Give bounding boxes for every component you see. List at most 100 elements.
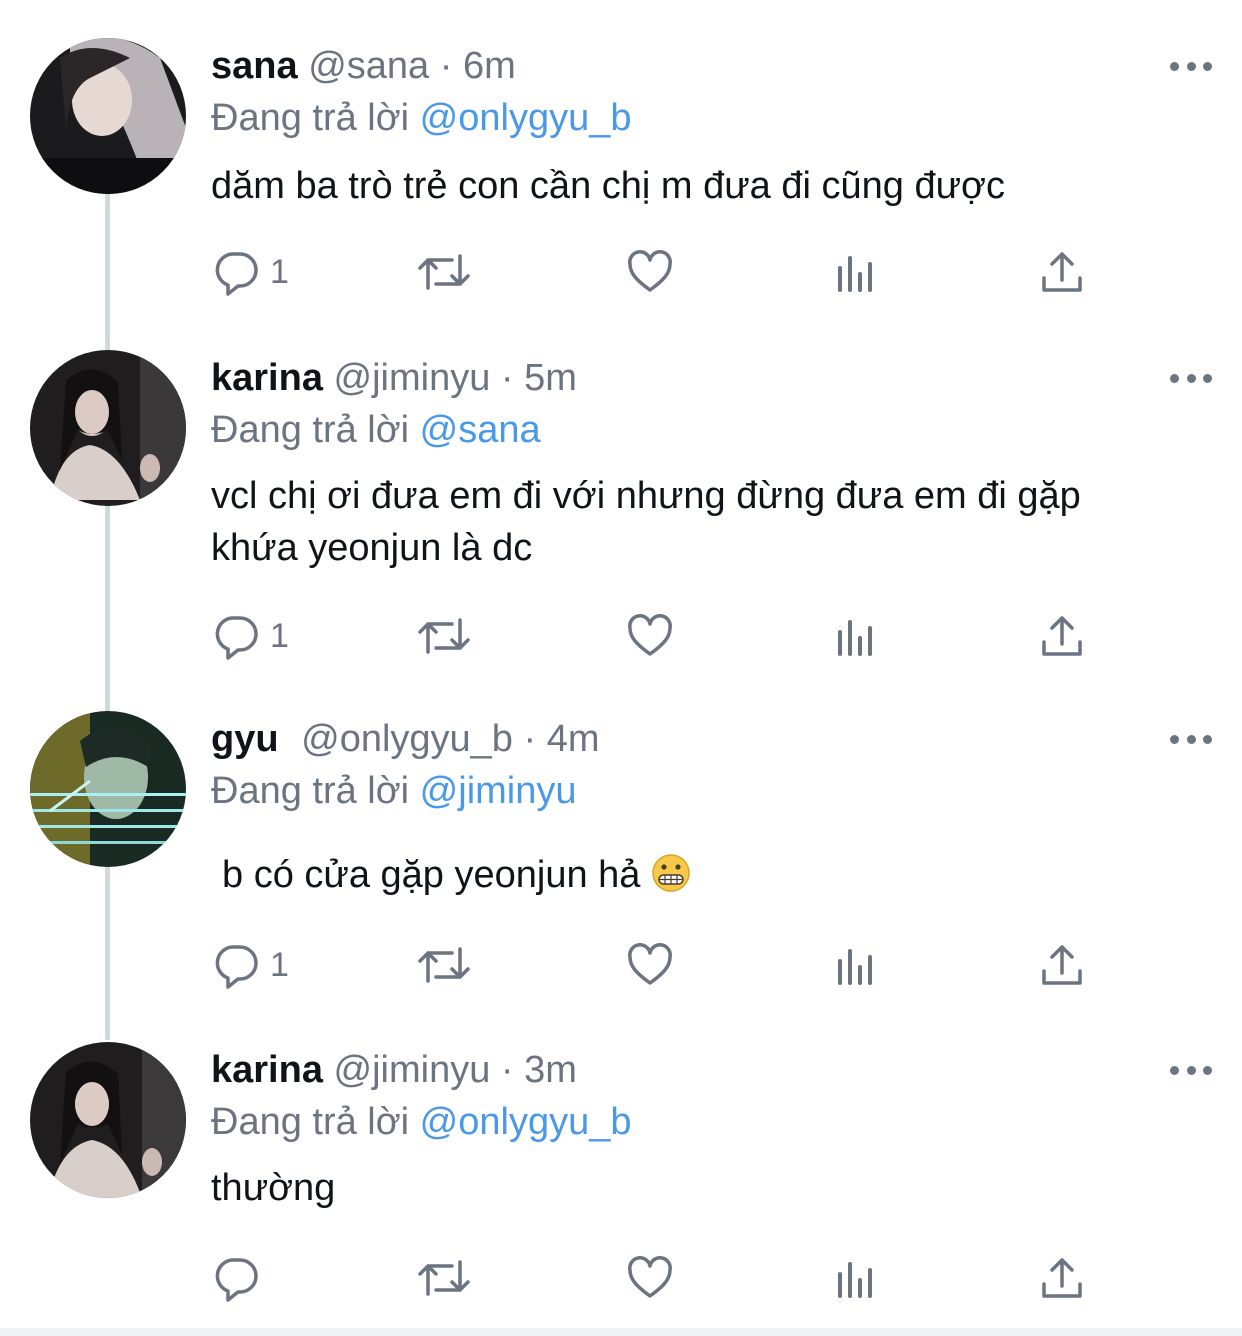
reply-count: 1 xyxy=(270,252,289,291)
username[interactable]: @sana xyxy=(308,45,429,87)
like-icon xyxy=(628,614,672,656)
avatar-image xyxy=(30,711,186,867)
timestamp[interactable]: 4m xyxy=(547,718,600,760)
display-name[interactable]: sana xyxy=(211,45,298,87)
tweet[interactable]: karina @jiminyu · 5m Đang trả lời @sana … xyxy=(0,350,1242,690)
reply-icon xyxy=(215,616,258,660)
replying-to-label: Đang trả lời xyxy=(211,97,410,139)
display-name[interactable]: gyu xyxy=(211,718,279,760)
analytics-icon xyxy=(838,949,872,985)
retweet-button[interactable] xyxy=(416,242,472,302)
replying-to: Đang trả lời @onlygyu_b xyxy=(211,1094,632,1150)
tweet[interactable]: gyu @onlygyu_b · 4m Đang trả lời @jiminy… xyxy=(0,711,1242,1031)
separator-dot: · xyxy=(439,45,453,87)
analytics-button[interactable] xyxy=(832,935,880,995)
tweet-actions: 1 xyxy=(0,606,1242,666)
username[interactable]: @onlygyu_b xyxy=(301,718,513,760)
analytics-button[interactable] xyxy=(832,1248,880,1308)
analytics-icon xyxy=(838,620,872,656)
like-button[interactable] xyxy=(626,242,674,302)
tweet-header: karina @jiminyu · 5m xyxy=(211,350,577,406)
reply-button[interactable]: 1 xyxy=(212,242,289,302)
replying-to-mention[interactable]: @jiminyu xyxy=(420,770,577,812)
replying-to-label: Đang trả lời xyxy=(211,770,410,812)
more-icon[interactable] xyxy=(1170,1042,1212,1098)
reply-button[interactable] xyxy=(212,1248,260,1308)
tweet-header: sana @sana · 6m xyxy=(211,38,516,94)
tweet-actions xyxy=(0,1248,1242,1308)
timestamp[interactable]: 3m xyxy=(524,1049,577,1091)
retweet-button[interactable] xyxy=(416,606,472,666)
tweet-actions: 1 xyxy=(0,242,1242,302)
replying-to: Đang trả lời @onlygyu_b xyxy=(211,90,632,146)
replying-to: Đang trả lời @jiminyu xyxy=(211,763,577,819)
retweet-icon xyxy=(418,947,470,983)
tweet-text: dăm ba trò trẻ con cần chị m đưa đi cũng… xyxy=(211,165,1005,207)
retweet-icon xyxy=(418,618,470,654)
more-icon[interactable] xyxy=(1170,38,1212,94)
avatar-image xyxy=(30,350,186,506)
tweet-text: thường xyxy=(211,1167,336,1209)
like-icon xyxy=(628,250,672,292)
separator-dot: · xyxy=(523,718,537,760)
avatar[interactable] xyxy=(30,711,186,867)
avatar[interactable] xyxy=(30,1042,186,1198)
tweet-text: b có cửa gặp yeonjun hả xyxy=(222,854,641,896)
analytics-button[interactable] xyxy=(832,242,880,302)
like-button[interactable] xyxy=(626,1248,674,1308)
grimacing-face-emoji xyxy=(652,854,690,892)
share-icon xyxy=(1042,1258,1082,1298)
retweet-button[interactable] xyxy=(416,1248,472,1308)
replying-to-mention[interactable]: @onlygyu_b xyxy=(420,1101,632,1143)
share-button[interactable] xyxy=(1038,935,1086,995)
share-icon xyxy=(1042,252,1082,292)
retweet-button[interactable] xyxy=(416,935,472,995)
like-icon xyxy=(628,943,672,985)
more-icon[interactable] xyxy=(1170,711,1212,767)
username[interactable]: @jiminyu xyxy=(334,1049,491,1091)
retweet-icon xyxy=(418,1260,470,1296)
replying-to: Đang trả lời @sana xyxy=(211,402,541,458)
retweet-icon xyxy=(418,254,470,290)
more-icon[interactable] xyxy=(1170,350,1212,406)
analytics-button[interactable] xyxy=(832,606,880,666)
timestamp[interactable]: 6m xyxy=(463,45,516,87)
avatar[interactable] xyxy=(30,38,186,194)
display-name[interactable]: karina xyxy=(211,357,323,399)
like-icon xyxy=(628,1256,672,1298)
reply-icon xyxy=(215,1258,258,1302)
timestamp[interactable]: 5m xyxy=(524,357,577,399)
separator-dot: · xyxy=(500,357,514,399)
divider xyxy=(0,1328,1242,1336)
reply-button[interactable]: 1 xyxy=(212,606,289,666)
share-icon xyxy=(1042,616,1082,656)
tweet-header: gyu @onlygyu_b · 4m xyxy=(211,711,600,767)
replying-to-label: Đang trả lời xyxy=(211,409,410,451)
tweet-actions: 1 xyxy=(0,935,1242,995)
replying-to-mention[interactable]: @sana xyxy=(420,409,541,451)
display-name[interactable]: karina xyxy=(211,1049,323,1091)
tweet-text: vcl chị ơi đưa em đi với nhưng đừng đưa … xyxy=(211,475,1081,569)
avatar-image xyxy=(30,1042,186,1198)
share-button[interactable] xyxy=(1038,606,1086,666)
like-button[interactable] xyxy=(626,606,674,666)
avatar[interactable] xyxy=(30,350,186,506)
reply-icon xyxy=(215,252,258,296)
share-button[interactable] xyxy=(1038,242,1086,302)
tweet[interactable]: sana @sana · 6m Đang trả lời @onlygyu_b … xyxy=(0,38,1242,318)
avatar-image xyxy=(30,38,186,194)
tweet[interactable]: karina @jiminyu · 3m Đang trả lời @onlyg… xyxy=(0,1042,1242,1336)
like-button[interactable] xyxy=(626,935,674,995)
reply-icon xyxy=(215,945,258,989)
tweet-header: karina @jiminyu · 3m xyxy=(211,1042,577,1098)
share-button[interactable] xyxy=(1038,1248,1086,1308)
reply-count: 1 xyxy=(270,616,289,655)
separator-dot: · xyxy=(500,1049,514,1091)
replying-to-label: Đang trả lời xyxy=(211,1101,410,1143)
username[interactable]: @jiminyu xyxy=(334,357,491,399)
reply-button[interactable]: 1 xyxy=(212,935,289,995)
analytics-icon xyxy=(838,256,872,292)
tweet-text-wrapper: b có cửa gặp yeonjun hả xyxy=(222,849,1182,901)
replying-to-mention[interactable]: @onlygyu_b xyxy=(420,97,632,139)
analytics-icon xyxy=(838,1262,872,1298)
